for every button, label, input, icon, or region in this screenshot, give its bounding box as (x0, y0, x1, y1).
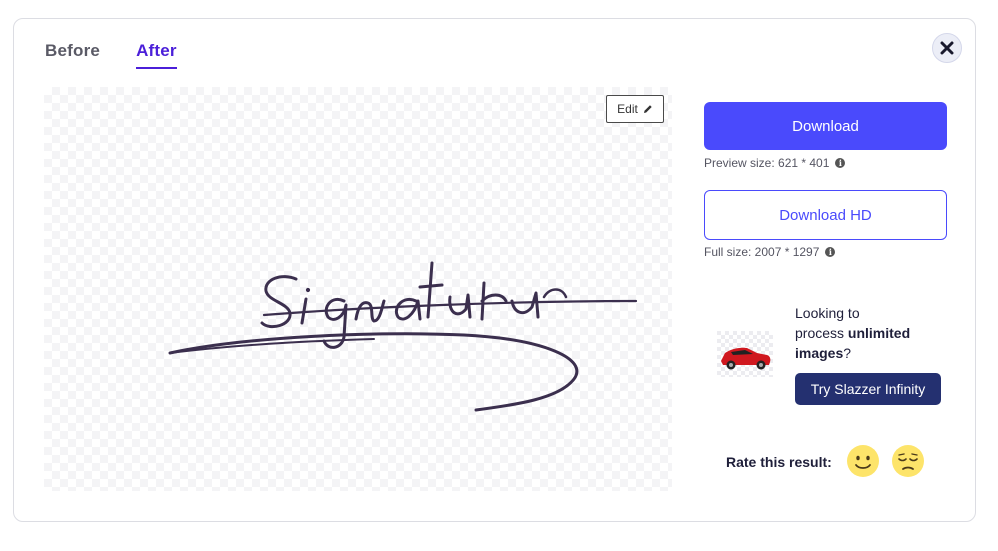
full-size-text: Full size: 2007 * 1297 (704, 245, 820, 259)
edit-label: Edit (617, 102, 638, 116)
info-icon[interactable]: i (835, 158, 846, 168)
preview-size-note: Preview size: 621 * 401 i (704, 156, 846, 170)
try-infinity-button[interactable]: Try Slazzer Infinity (795, 373, 941, 405)
download-hd-button[interactable]: Download HD (704, 190, 947, 240)
pensive-emoji-icon[interactable] (891, 444, 925, 478)
download-button[interactable]: Download (704, 102, 947, 150)
promo-line-2-prefix: process (795, 325, 848, 341)
signature-image (168, 261, 638, 412)
info-icon[interactable]: i (825, 247, 836, 257)
preview-size-text: Preview size: 621 * 401 (704, 156, 830, 170)
car-thumbnail (717, 331, 773, 377)
view-tabs: Before After (45, 41, 177, 69)
promo-line-3: images? (795, 343, 945, 363)
promo-line-2-bold: unlimited (847, 325, 911, 341)
promo-line-1: Looking to (795, 305, 860, 321)
promo-line-3-suffix: ? (843, 345, 852, 361)
edit-button[interactable]: Edit (606, 95, 664, 123)
promo-text: Looking to process unlimited images? (795, 303, 945, 363)
tab-after[interactable]: After (136, 41, 177, 69)
promo-line-3-bold: images (795, 345, 844, 361)
close-icon (940, 41, 954, 55)
smile-emoji-icon[interactable] (846, 444, 880, 478)
tab-before[interactable]: Before (45, 41, 100, 69)
promo-line-2: process unlimited (795, 323, 945, 343)
result-modal: Before After Edit Download Preview size:… (13, 18, 976, 522)
full-size-note: Full size: 2007 * 1297 i (704, 245, 836, 259)
result-preview: Edit (44, 87, 672, 491)
rate-label: Rate this result: (726, 454, 832, 470)
close-button[interactable] (932, 33, 962, 63)
pencil-icon (643, 105, 652, 113)
